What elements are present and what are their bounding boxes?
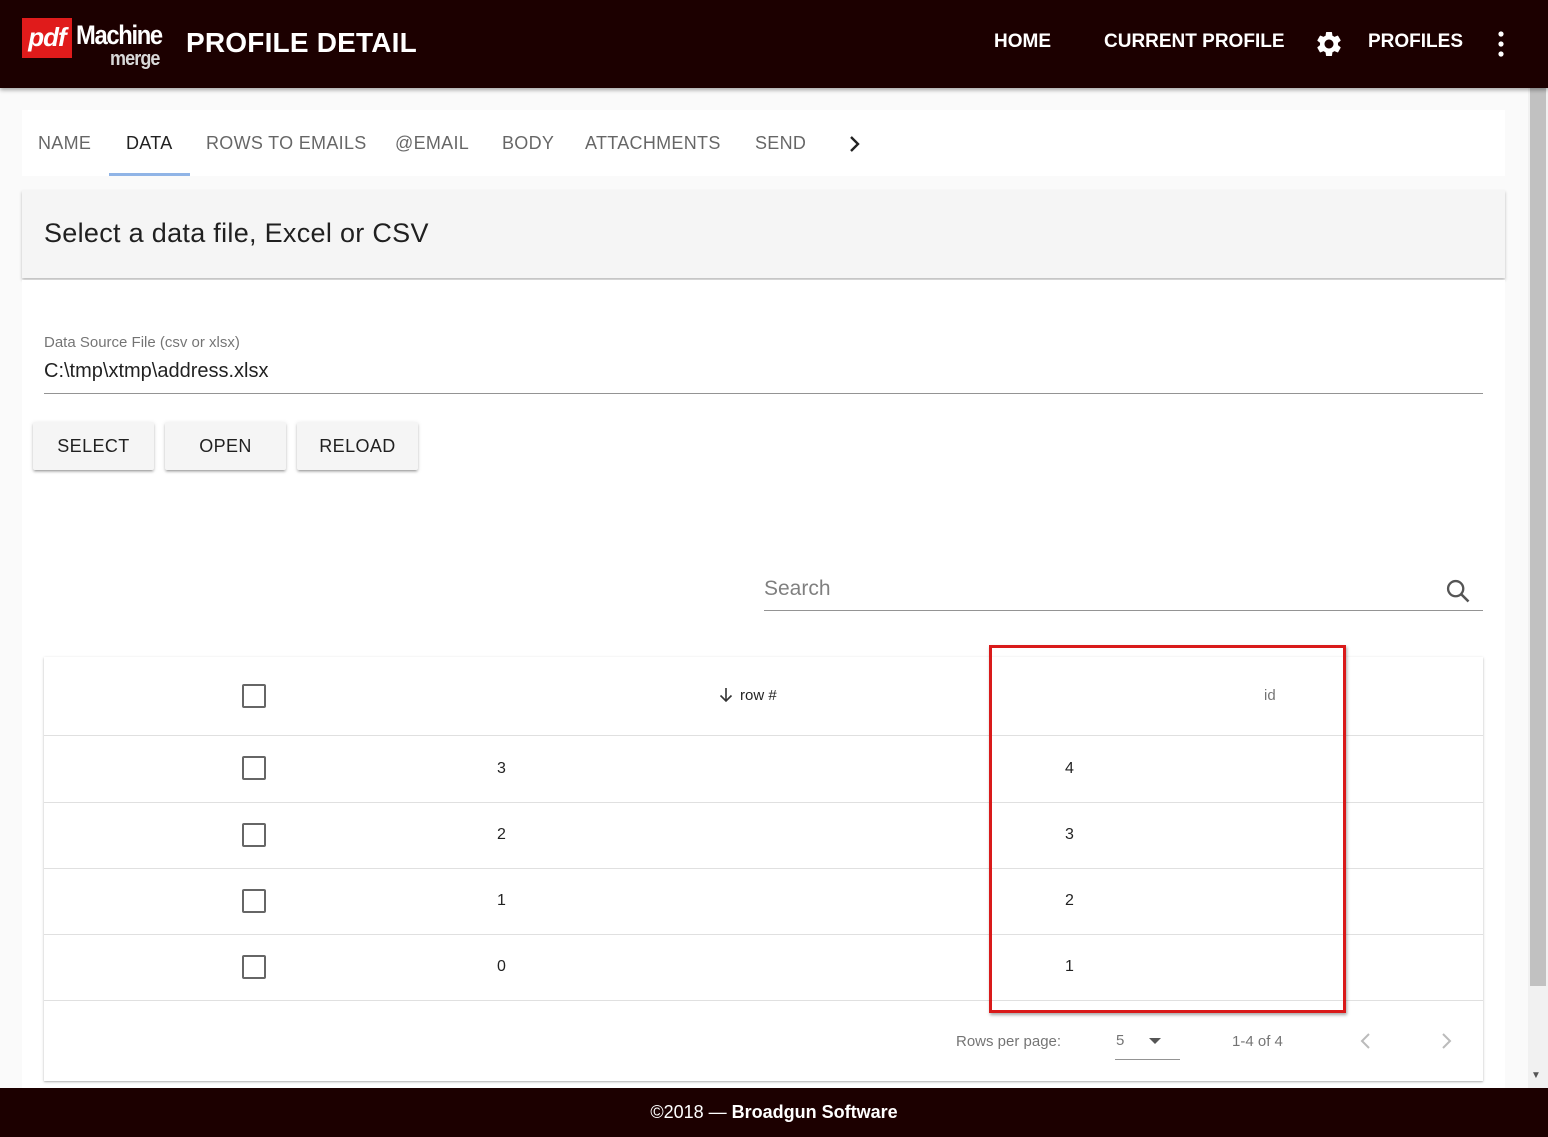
- tab-name[interactable]: NAME: [38, 133, 91, 154]
- footer-company: Broadgun Software: [731, 1102, 898, 1122]
- column-header-row[interactable]: row #: [740, 687, 777, 704]
- logo-pdf: pdf: [22, 18, 72, 58]
- row-checkbox[interactable]: [242, 756, 266, 780]
- chevron-left-icon[interactable]: [1358, 1031, 1374, 1051]
- pdf-machine-merge-logo: pdf Machine merge: [22, 18, 166, 72]
- more-vert-icon[interactable]: [1492, 28, 1510, 60]
- tab-data[interactable]: DATA: [126, 133, 173, 154]
- footer-copyright: ©2018 —: [650, 1102, 732, 1122]
- section-title: Select a data file, Excel or CSV: [44, 218, 429, 248]
- section-header: Select a data file, Excel or CSV: [22, 190, 1505, 278]
- caret-down-icon[interactable]: [1148, 1037, 1162, 1045]
- logo-machine: Machine: [76, 20, 163, 50]
- data-source-label: Data Source File (csv or xlsx): [44, 334, 240, 351]
- select-button[interactable]: SELECT: [33, 422, 154, 470]
- search-input[interactable]: Search: [764, 577, 831, 601]
- logo-merge: merge: [110, 48, 160, 70]
- nav-current-profile-button[interactable]: CURRENT PROFILE: [1104, 31, 1285, 53]
- rows-per-page-underline: [1115, 1059, 1180, 1060]
- footer: ©2018 — Broadgun Software: [0, 1088, 1548, 1137]
- cell-row-number: 3: [497, 760, 506, 777]
- tab-attachments[interactable]: ATTACHMENTS: [585, 133, 721, 154]
- arrow-down-sort-icon[interactable]: [717, 686, 735, 704]
- search-icon[interactable]: [1444, 577, 1472, 605]
- cell-row-number: 1: [497, 892, 506, 909]
- search-underline: [764, 610, 1483, 611]
- tab-rows-to-emails[interactable]: ROWS TO EMAILS: [206, 133, 367, 154]
- chevron-right-page-icon[interactable]: [1438, 1031, 1454, 1051]
- tab-body[interactable]: BODY: [502, 133, 554, 154]
- gear-icon[interactable]: [1314, 29, 1344, 59]
- cell-row-number: 2: [497, 826, 506, 843]
- scrollbar-thumb[interactable]: [1530, 88, 1546, 986]
- row-checkbox[interactable]: [242, 889, 266, 913]
- open-button[interactable]: OPEN: [165, 422, 286, 470]
- active-tab-indicator: [109, 173, 190, 176]
- nav-profiles-button[interactable]: PROFILES: [1368, 31, 1463, 53]
- pagination-range: 1-4 of 4: [1232, 1033, 1283, 1050]
- data-source-underline: [44, 393, 1483, 394]
- page-title: PROFILE DETAIL: [186, 27, 417, 58]
- cell-row-number: 0: [497, 958, 506, 975]
- app-bar: pdf Machine merge PROFILE DETAIL HOME CU…: [0, 0, 1548, 88]
- profile-tabs: NAME DATA ROWS TO EMAILS @EMAIL BODY ATT…: [22, 110, 1505, 176]
- reload-button[interactable]: RELOAD: [297, 422, 418, 470]
- rows-per-page-select[interactable]: 5: [1116, 1032, 1124, 1049]
- tab-email[interactable]: @EMAIL: [395, 133, 469, 154]
- rows-per-page-label: Rows per page:: [956, 1033, 1062, 1050]
- row-checkbox[interactable]: [242, 955, 266, 979]
- scroll-down-arrow-icon[interactable]: ▼: [1531, 1070, 1541, 1081]
- chevron-right-icon[interactable]: [845, 130, 865, 158]
- row-checkbox[interactable]: [242, 823, 266, 847]
- data-source-field[interactable]: C:\tmp\xtmp\address.xlsx: [44, 360, 269, 383]
- tab-send[interactable]: SEND: [755, 133, 806, 154]
- annotation-highlight-box: [989, 645, 1346, 1013]
- nav-home-button[interactable]: HOME: [994, 31, 1051, 53]
- select-all-checkbox[interactable]: [242, 684, 266, 708]
